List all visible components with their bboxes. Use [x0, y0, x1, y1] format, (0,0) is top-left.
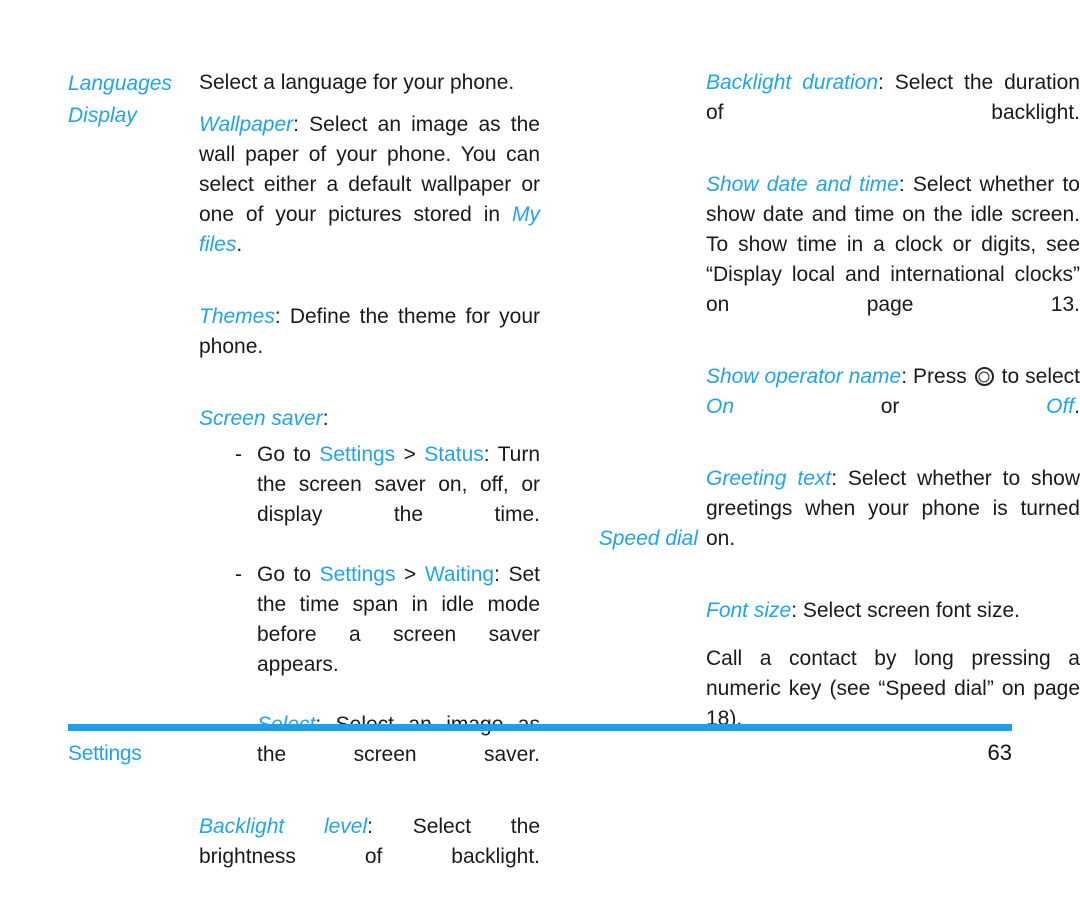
inline-keyword: Screen saver	[199, 407, 323, 430]
left-column: Languages Display Select a language for …	[0, 0, 540, 868]
right-column-term-gutter: Speed dial	[576, 0, 706, 555]
inline-keyword: Greeting text	[706, 467, 832, 490]
inline-text: or	[734, 395, 1047, 418]
paragraph-greeting-text: Greeting text: Select whether to show gr…	[706, 464, 1080, 584]
list-item: - Go to Settings > Waiting: Set the time…	[235, 560, 540, 710]
left-column-term-gutter: Languages Display	[68, 0, 199, 132]
term-speed-dial: Speed dial	[598, 527, 698, 550]
list-item: - Go to Settings > Status: Turn the scre…	[235, 440, 540, 560]
paragraph-show-operator-name: Show operator name: Press to select On o…	[706, 362, 1080, 452]
inline-keyword: Off	[1046, 395, 1075, 418]
page-footer: Settings 63	[68, 724, 1012, 766]
list-item-text: Go to Settings > Waiting: Set the time s…	[257, 563, 540, 676]
inline-menu-name: Waiting	[424, 563, 495, 586]
paragraph-languages-desc: Select a language for your phone.	[199, 68, 540, 98]
inline-menu-name: Settings	[319, 563, 396, 586]
manual-page: Languages Display Select a language for …	[0, 0, 1080, 868]
footer-section-label: Settings	[68, 742, 142, 765]
inline-keyword: Font size	[706, 599, 792, 622]
paragraph-show-date-and-time: Show date and time: Select whether to sh…	[706, 170, 1080, 350]
inline-menu-name: Settings	[319, 443, 396, 466]
bullet-dash-marker: -	[235, 563, 242, 586]
inline-text: >	[395, 443, 425, 466]
navigation-center-key-icon	[974, 367, 994, 386]
inline-text: Go to	[257, 563, 320, 586]
inline-keyword: Wallpaper	[199, 113, 294, 136]
paragraph-wallpaper: Wallpaper: Select an image as the wall p…	[199, 110, 540, 290]
right-column-body: Backlight duration: Select the duration …	[706, 0, 1080, 764]
paragraph-font-size: Font size: Select screen font size.	[706, 596, 1080, 626]
inline-text: Call a contact by long pressing a numeri…	[706, 647, 1080, 730]
left-column-body: Select a language for your phone. Wallpa…	[199, 0, 540, 902]
paragraph-screen-saver-heading: Screen saver:	[199, 404, 540, 434]
inline-text: : Press	[901, 365, 973, 388]
footer-page-number: 63	[987, 740, 1012, 765]
inline-text: : Select screen font size.	[791, 599, 1020, 622]
inline-text: .	[1074, 395, 1080, 418]
footer-divider-rule	[68, 724, 1012, 731]
inline-text: Go to	[257, 443, 320, 466]
inline-keyword: Show date and time	[706, 173, 899, 196]
inline-text: Select a language for your phone.	[199, 71, 515, 94]
page-content: Languages Display Select a language for …	[0, 0, 1080, 868]
inline-text: >	[395, 563, 425, 586]
inline-keyword: Backlight duration	[706, 71, 878, 94]
inline-menu-name: Status	[424, 443, 484, 466]
right-column: Speed dial Backlight duration: Select th…	[540, 0, 1080, 730]
term-gutter-spacer	[576, 68, 698, 523]
inline-keyword: Themes	[199, 305, 275, 328]
inline-text: :	[322, 407, 329, 430]
term-languages: Languages	[68, 72, 172, 95]
list-item-text: Go to Settings > Status: Turn the screen…	[257, 443, 540, 526]
inline-keyword: Show operator name	[706, 365, 902, 388]
inline-text: .	[236, 233, 243, 256]
paragraph-backlight-duration: Backlight duration: Select the duration …	[706, 68, 1080, 158]
footer-row: Settings 63	[68, 740, 1012, 766]
paragraph-themes: Themes: Define the theme for your phone.	[199, 302, 540, 392]
inline-keyword: Backlight level	[199, 815, 368, 838]
paragraph-backlight-level: Backlight level: Select the brightness o…	[199, 812, 540, 902]
inline-text: to select	[995, 365, 1080, 388]
bullet-dash-marker: -	[235, 443, 242, 466]
inline-keyword: On	[706, 395, 735, 418]
term-display: Display	[68, 104, 137, 127]
